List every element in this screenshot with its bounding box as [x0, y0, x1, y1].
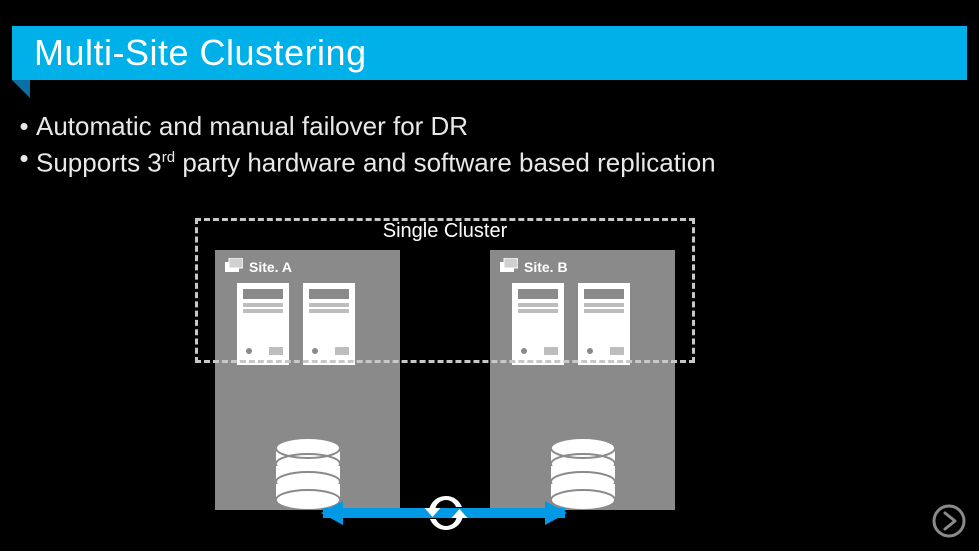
bullet-dot-icon: •: [12, 142, 36, 179]
database-icon: [273, 438, 343, 510]
database-icon: [548, 438, 618, 510]
slide-title: Multi-Site Clustering: [34, 32, 367, 74]
bullet-item: • Supports 3rd party hardware and softwa…: [12, 142, 952, 179]
bullet-dot-icon: •: [12, 110, 36, 142]
title-bar: Multi-Site Clustering: [12, 26, 967, 80]
bullet-list: • Automatic and manual failover for DR •…: [12, 110, 952, 179]
next-slide-button[interactable]: [931, 503, 967, 539]
bullet-item: • Automatic and manual failover for DR: [12, 110, 952, 142]
title-notch: [12, 80, 30, 98]
cluster-diagram: Site. A: [195, 200, 725, 520]
bullet-text: Supports 3rd party hardware and software…: [36, 142, 716, 179]
single-cluster-label: Single Cluster: [195, 220, 695, 243]
bullet-text: Automatic and manual failover for DR: [36, 110, 468, 142]
sync-icon: [423, 490, 469, 536]
